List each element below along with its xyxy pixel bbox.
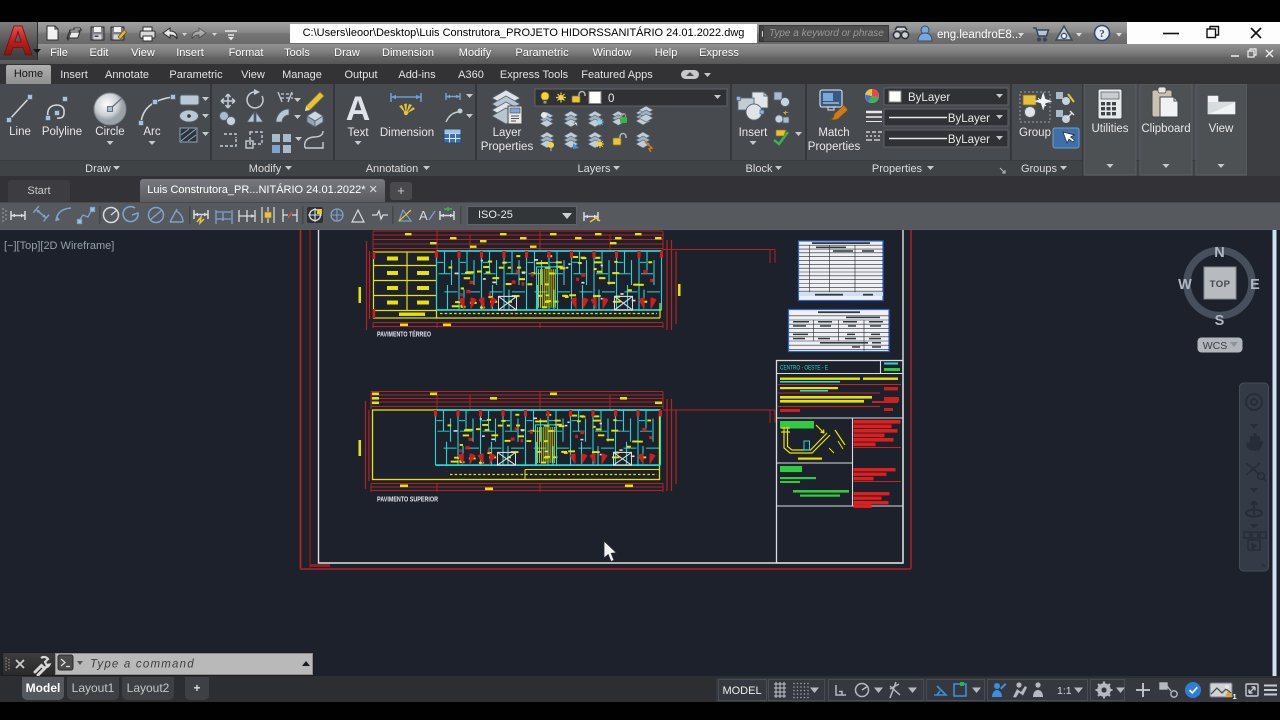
svg-text:Polyline: Polyline xyxy=(42,126,82,138)
svg-text:1:1: 1:1 xyxy=(1057,685,1072,697)
svg-text:Text: Text xyxy=(347,127,369,139)
svg-text:Properties: Properties xyxy=(808,141,861,153)
svg-text:Draw: Draw xyxy=(85,163,111,175)
svg-text:0: 0 xyxy=(608,93,614,105)
svg-text:Line: Line xyxy=(9,126,31,138)
svg-text:Properties: Properties xyxy=(872,163,923,175)
svg-text:Clipboard: Clipboard xyxy=(1141,123,1190,135)
svg-text:Groups: Groups xyxy=(1021,163,1058,175)
svg-text:Type a command: Type a command xyxy=(90,659,195,671)
svg-text:Utilities: Utilities xyxy=(1091,123,1128,135)
svg-text:PAVIMENTO TÉRREO: PAVIMENTO TÉRREO xyxy=(377,330,431,339)
svg-text:Arc: Arc xyxy=(143,126,161,138)
svg-text:E: E xyxy=(1250,277,1260,293)
svg-text:WCS: WCS xyxy=(1203,340,1228,352)
svg-text:Group: Group xyxy=(1019,127,1051,139)
svg-text:Block: Block xyxy=(746,163,773,175)
svg-text:Layers: Layers xyxy=(577,163,611,175)
svg-text:eng.leandroE8...: eng.leandroE8... xyxy=(937,29,1021,41)
svg-text:ByLayer: ByLayer xyxy=(908,92,950,104)
svg-text:Circle: Circle xyxy=(95,126,124,138)
svg-text:Properties: Properties xyxy=(481,141,534,153)
svg-text:ByLayer: ByLayer xyxy=(948,134,990,146)
svg-text:CENTRO - OESTE - E: CENTRO - OESTE - E xyxy=(780,366,828,372)
svg-text:1: 1 xyxy=(1233,692,1237,701)
svg-text:MODEL: MODEL xyxy=(722,685,761,697)
svg-text:Modify: Modify xyxy=(249,163,282,175)
svg-text:[−][Top][2D Wireframe]: [−][Top][2D Wireframe] xyxy=(4,240,114,252)
svg-text:W: W xyxy=(1178,277,1192,293)
svg-text:A: A xyxy=(419,208,428,223)
svg-text:?: ? xyxy=(1099,28,1105,40)
svg-text:N: N xyxy=(1214,245,1224,261)
svg-text:ByLayer: ByLayer xyxy=(948,113,990,125)
svg-text:S: S xyxy=(1215,313,1225,329)
svg-text:Insert: Insert xyxy=(739,127,769,139)
svg-text:PAVIMENTO SUPERIOR: PAVIMENTO SUPERIOR xyxy=(377,497,438,504)
svg-text:A: A xyxy=(346,90,371,128)
svg-text:Dimension: Dimension xyxy=(380,127,434,139)
svg-text:Layer: Layer xyxy=(493,127,522,139)
svg-text:Annotation: Annotation xyxy=(366,163,419,175)
svg-text:View: View xyxy=(1209,123,1234,135)
svg-text:Match: Match xyxy=(818,127,849,139)
svg-text:TOP: TOP xyxy=(1210,279,1231,290)
